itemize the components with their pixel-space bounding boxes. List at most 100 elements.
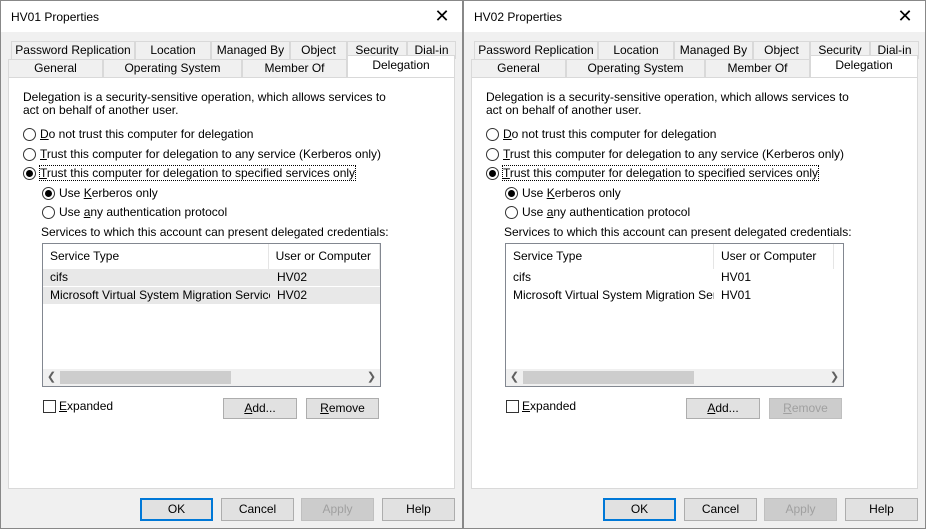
user-cell: HV01 <box>721 288 752 302</box>
title-bar: HV01 Properties ✕ <box>1 1 462 32</box>
radio-circle[interactable] <box>486 147 499 161</box>
tab-location[interactable]: Location <box>135 41 211 59</box>
tab-managed-by[interactable]: Managed By <box>674 41 753 59</box>
tab-member-of[interactable]: Member Of <box>705 59 810 77</box>
expanded-checkbox[interactable]: Expanded <box>506 399 576 413</box>
user-cell: HV02 <box>277 270 308 284</box>
services-list[interactable]: Service Type User or Computer cifs HV01 … <box>505 243 844 387</box>
tab-object[interactable]: Object <box>290 41 347 59</box>
service-type-cell: Microsoft Virtual System Migration Servi… <box>513 288 714 302</box>
checkbox-label: Expanded <box>59 399 114 413</box>
radio-label: Trust this computer for delegation to sp… <box>501 165 820 181</box>
radio-label: Trust this computer for delegation to an… <box>40 147 382 161</box>
radio-circle[interactable] <box>505 205 518 219</box>
apply-button[interactable]: Apply <box>301 498 374 521</box>
close-button[interactable]: ✕ <box>885 1 925 32</box>
radio-any-service[interactable]: Trust this computer for delegation to an… <box>23 147 381 161</box>
radio-circle[interactable] <box>42 186 55 200</box>
chevron-right-icon[interactable]: ❯ <box>826 369 843 386</box>
radio-any-auth-protocol[interactable]: Use any authentication protocol <box>42 205 227 219</box>
horizontal-scrollbar[interactable]: ❮ ❯ <box>506 369 843 386</box>
add-button[interactable]: Add... <box>686 398 760 419</box>
column-service-type[interactable]: Service Type <box>506 244 714 269</box>
delegation-description: Delegation is a security-sensitive opera… <box>23 90 386 117</box>
apply-button[interactable]: Apply <box>764 498 837 521</box>
services-list-caption: Services to which this account can prese… <box>41 225 389 239</box>
radio-specified-services[interactable]: Trust this computer for delegation to sp… <box>486 165 820 181</box>
column-user-or-computer[interactable]: User or Computer <box>269 244 380 269</box>
scrollbar-track[interactable] <box>60 369 363 386</box>
tab-delegation[interactable]: Delegation <box>347 55 455 77</box>
list-header: Service Type User or Computer <box>43 244 380 269</box>
tab-member-of[interactable]: Member Of <box>242 59 347 77</box>
delegation-panel: Delegation is a security-sensitive opera… <box>471 77 918 489</box>
chevron-left-icon[interactable]: ❮ <box>43 369 60 386</box>
help-button[interactable]: Help <box>382 498 455 521</box>
radio-circle[interactable] <box>486 127 499 141</box>
title-bar: HV02 Properties ✕ <box>464 1 925 32</box>
tab-general[interactable]: General <box>471 59 566 77</box>
radio-label: Use Kerberos only <box>522 186 621 200</box>
expanded-checkbox[interactable]: Expanded <box>43 399 113 413</box>
radio-label: Trust this computer for delegation to sp… <box>38 165 357 181</box>
add-button[interactable]: Add... <box>223 398 297 419</box>
radio-no-delegation[interactable]: Do not trust this computer for delegatio… <box>486 127 716 141</box>
list-item[interactable]: Microsoft Virtual System Migration Servi… <box>43 287 380 304</box>
tab-password-replication[interactable]: Password Replication <box>474 41 598 59</box>
scrollbar-thumb[interactable] <box>523 371 694 384</box>
radio-circle[interactable] <box>23 166 36 180</box>
ok-button[interactable]: OK <box>603 498 676 521</box>
user-cell: HV02 <box>277 288 308 302</box>
checkbox-label: Expanded <box>522 399 577 413</box>
tab-managed-by[interactable]: Managed By <box>211 41 290 59</box>
tab-row-front: General Operating System Member Of Deleg… <box>8 55 455 77</box>
tab-delegation[interactable]: Delegation <box>810 55 918 77</box>
radio-circle[interactable] <box>42 205 55 219</box>
radio-circle[interactable] <box>23 147 36 161</box>
horizontal-scrollbar[interactable]: ❮ ❯ <box>43 369 380 386</box>
chevron-right-icon[interactable]: ❯ <box>363 369 380 386</box>
radio-circle[interactable] <box>486 166 499 180</box>
radio-label: Use Kerberos only <box>59 186 158 200</box>
scrollbar-thumb[interactable] <box>60 371 231 384</box>
radio-label: Do not trust this computer for delegatio… <box>503 127 717 141</box>
tab-operating-system[interactable]: Operating System <box>566 59 705 77</box>
tab-row-front: General Operating System Member Of Deleg… <box>471 55 918 77</box>
radio-any-auth-protocol[interactable]: Use any authentication protocol <box>505 205 690 219</box>
radio-kerberos-only[interactable]: Use Kerberos only <box>42 186 158 200</box>
close-icon: ✕ <box>434 6 450 27</box>
delegation-panel: Delegation is a security-sensitive opera… <box>8 77 455 489</box>
remove-button[interactable]: Remove <box>769 398 842 419</box>
cancel-button[interactable]: Cancel <box>684 498 757 521</box>
column-service-type[interactable]: Service Type <box>43 244 269 269</box>
radio-specified-services[interactable]: Trust this computer for delegation to sp… <box>23 165 357 181</box>
radio-any-service[interactable]: Trust this computer for delegation to an… <box>486 147 844 161</box>
cancel-button[interactable]: Cancel <box>221 498 294 521</box>
tab-location[interactable]: Location <box>598 41 674 59</box>
radio-circle[interactable] <box>23 127 36 141</box>
list-item[interactable]: cifs HV02 <box>43 269 380 286</box>
chevron-left-icon[interactable]: ❮ <box>506 369 523 386</box>
window-title: HV01 Properties <box>11 10 100 24</box>
radio-no-delegation[interactable]: Do not trust this computer for delegatio… <box>23 127 253 141</box>
services-list-caption: Services to which this account can prese… <box>504 225 852 239</box>
list-item[interactable]: cifs HV01 <box>506 269 843 286</box>
ok-button[interactable]: OK <box>140 498 213 521</box>
tab-operating-system[interactable]: Operating System <box>103 59 242 77</box>
help-button[interactable]: Help <box>845 498 918 521</box>
delegation-description: Delegation is a security-sensitive opera… <box>486 90 849 117</box>
tab-password-replication[interactable]: Password Replication <box>11 41 135 59</box>
list-item[interactable]: Microsoft Virtual System Migration Servi… <box>506 287 843 304</box>
radio-circle[interactable] <box>505 186 518 200</box>
scrollbar-track[interactable] <box>523 369 826 386</box>
close-button[interactable]: ✕ <box>422 1 462 32</box>
tab-general[interactable]: General <box>8 59 103 77</box>
checkbox-box[interactable] <box>506 399 519 413</box>
radio-label: Use any authentication protocol <box>59 205 228 219</box>
checkbox-box[interactable] <box>43 399 56 413</box>
column-user-or-computer[interactable]: User or Computer <box>714 244 834 269</box>
radio-kerberos-only[interactable]: Use Kerberos only <box>505 186 621 200</box>
services-list[interactable]: Service Type User or Computer cifs HV02 … <box>42 243 381 387</box>
tab-object[interactable]: Object <box>753 41 810 59</box>
remove-button[interactable]: Remove <box>306 398 379 419</box>
